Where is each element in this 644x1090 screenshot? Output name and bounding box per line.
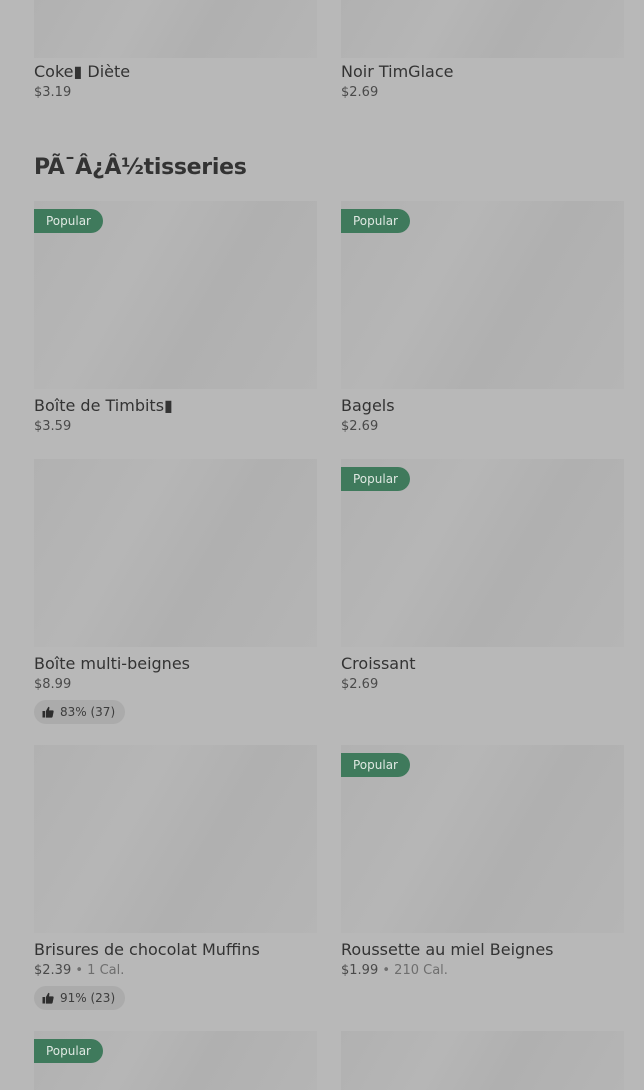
product-name: Roussette au miel Beignes (341, 940, 554, 959)
product-image[interactable]: Popular (341, 201, 624, 389)
product-price: $3.59 (34, 419, 72, 434)
product-name: Brisures de chocolat Muffins (34, 940, 260, 959)
thumbs-up-icon (42, 706, 54, 718)
popular-badge: Popular (341, 209, 410, 233)
product-card[interactable]: Boîte multi-beignes $8.99 83% (37) (34, 459, 317, 724)
product-image[interactable] (341, 0, 624, 58)
popular-badge: Popular (34, 1039, 103, 1063)
separator-dot: • (75, 963, 84, 978)
product-price: $2.69 (341, 677, 379, 692)
product-price: $3.19 (34, 85, 72, 100)
thumbs-up-icon (42, 992, 54, 1004)
product-card[interactable]: Noir TimGlace $2.69 (341, 0, 624, 102)
rating-pill: 83% (37) (34, 700, 126, 724)
product-card[interactable]: Popular Croissant $2.69 (341, 459, 624, 724)
product-image[interactable]: Popular (341, 459, 624, 647)
product-image[interactable] (34, 459, 317, 647)
product-image[interactable]: Popular (34, 1031, 317, 1090)
product-card[interactable]: Popular Boîte de Timbits▮ $3.59 (34, 201, 317, 436)
product-price: $2.39 (34, 963, 72, 978)
product-image[interactable] (341, 1031, 624, 1090)
popular-badge: Popular (34, 209, 103, 233)
product-price: $2.69 (341, 85, 379, 100)
popular-badge: Popular (341, 753, 410, 777)
product-name: Croissant (341, 654, 416, 673)
product-card[interactable]: Popular Bagels $2.69 (341, 201, 624, 436)
product-name: Noir TimGlace (341, 62, 454, 81)
product-card[interactable]: Coke▮ Diète $3.19 (34, 0, 317, 102)
product-image[interactable] (34, 0, 317, 58)
product-meta: $1.99 • 210 Cal. (341, 962, 624, 980)
product-calories: 210 Cal. (394, 963, 448, 978)
product-image[interactable] (34, 745, 317, 933)
rating-value: 91% (23) (60, 991, 116, 1005)
product-card[interactable] (341, 1031, 624, 1090)
product-image[interactable]: Popular (34, 201, 317, 389)
product-price: $1.99 (341, 963, 379, 978)
product-card[interactable]: Brisures de chocolat Muffins $2.39 • 1 C… (34, 745, 317, 1010)
popular-badge: Popular (341, 467, 410, 491)
product-price: $2.69 (341, 419, 379, 434)
product-name: Boîte de Timbits▮ (34, 396, 173, 415)
product-image[interactable]: Popular (341, 745, 624, 933)
rating-value: 83% (37) (60, 705, 116, 719)
product-card[interactable]: Popular Roussette au miel Beignes $1.99 … (341, 745, 624, 1010)
product-name: Bagels (341, 396, 395, 415)
product-calories: 1 Cal. (87, 963, 125, 978)
product-price: $8.99 (34, 677, 72, 692)
section-title: PÃ¯Â¿Â½tisseries (34, 155, 247, 180)
product-card[interactable]: Popular (34, 1031, 317, 1090)
product-meta: $2.39 • 1 Cal. (34, 962, 317, 980)
product-name: Coke▮ Diète (34, 62, 131, 81)
product-name: Boîte multi-beignes (34, 654, 190, 673)
rating-pill: 91% (23) (34, 986, 126, 1010)
separator-dot: • (382, 963, 391, 978)
